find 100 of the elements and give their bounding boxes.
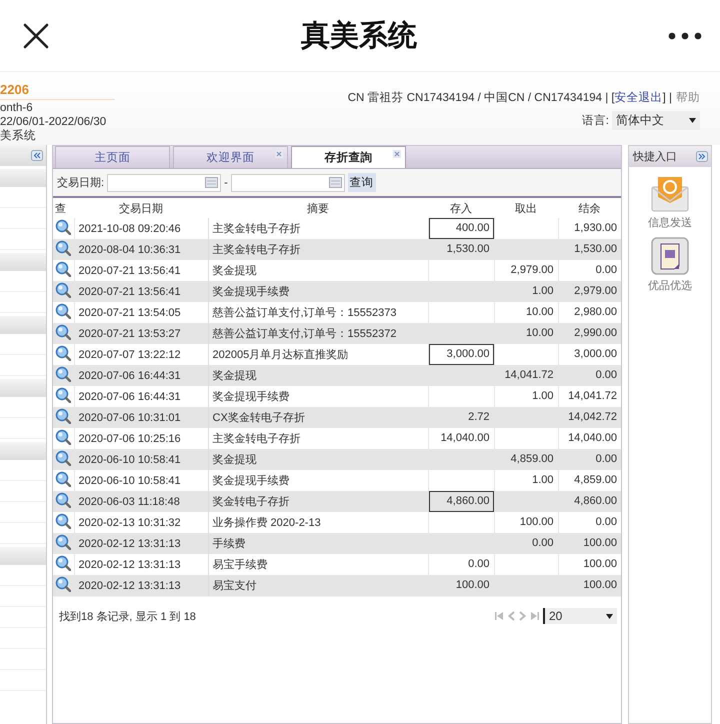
page-size-select[interactable]: 20 [543,608,617,624]
date-cell: 2020-07-21 13:56:41 [78,264,181,276]
withdrawal-cell-text: 10.00 [526,305,554,320]
withdrawal-cell-text: 0.00 [532,536,554,551]
date-cell: 2020-02-13 10:31:32 [78,516,181,528]
summary-cell: 202005月单月达标直推奖励 [212,349,348,361]
quick-access-title: 快捷入口 [633,150,677,164]
withdrawal-cell-text: 2,979.00 [510,263,554,278]
date-cell: 2020-02-12 13:31:13 [78,538,181,550]
balance-cell-text: 14,041.72 [568,389,617,404]
date-cell: 2020-02-12 13:31:13 [78,580,181,592]
summary-cell: 易宝支付 [212,580,256,592]
tab[interactable]: 存折查詢 [291,146,406,168]
withdrawal-cell-text: 100.00 [520,515,554,530]
language-select[interactable]: 简体中文 [612,111,700,130]
balance-cell-text: 1,530.00 [574,242,617,257]
balance-cell-text: 14,042.72 [568,410,617,425]
withdrawal-cell-text: 14,041.72 [504,368,554,383]
column-header: 存入 [450,202,472,214]
search-button[interactable]: 查询 [348,173,376,192]
balance-cell-text: 2,979.00 [574,284,617,299]
quick-link-label[interactable]: 优品优选 [648,278,692,293]
summary-cell: 手续费 [212,538,246,550]
expand-icon[interactable] [696,151,708,162]
view-details-icon[interactable] [55,324,71,340]
period-label: onth-6 [0,101,34,115]
date-cell: 2020-07-06 16:44:31 [78,390,181,402]
quick-link-label[interactable]: 信息发送 [648,215,692,230]
date-cell: 2020-07-06 16:44:31 [78,370,181,382]
column-header: 结余 [578,202,600,214]
view-details-icon[interactable] [55,450,71,466]
view-details-icon[interactable] [55,471,71,487]
language-label: 语言: [582,113,609,128]
tab[interactable]: 欢迎界面 [173,146,288,168]
more-icon[interactable] [668,32,702,40]
date-cell: 2020-06-10 10:58:41 [78,474,181,486]
balance-cell-text: 4,859.00 [574,473,617,488]
record-count: 找到18 条记录, 显示 1 到 18 [59,610,196,624]
document-icon[interactable] [650,236,690,276]
help-link[interactable]: 帮助 [676,90,700,105]
date-cell: 2020-08-04 10:36:31 [78,244,181,256]
view-details-icon[interactable] [55,513,71,529]
view-details-icon[interactable] [55,534,71,550]
collapse-icon[interactable] [31,150,43,161]
view-details-icon[interactable] [55,408,71,424]
app-title: 真美系统 [301,18,417,54]
date-cell: 2020-07-06 10:25:16 [78,432,181,444]
view-details-icon[interactable] [55,555,71,571]
date-cell: 2020-07-21 13:56:41 [78,286,181,298]
summary-cell: 主奖金转电子存折 [212,433,300,445]
date-cell: 2020-07-07 13:22:12 [78,348,181,360]
date-range: 22/06/01-2022/06/30 [0,115,108,129]
date-cell: 2021-10-08 09:20:46 [78,222,181,234]
close-icon[interactable] [22,22,50,50]
deposit-cell-text: 4,860.00 [446,494,490,509]
deposit-cell-text: 3,000.00 [446,347,490,362]
balance-cell-text: 100.00 [583,557,617,572]
column-header: 取出 [515,202,537,214]
date-cell: 2020-07-21 13:54:05 [78,306,181,318]
balance-cell-text: 2,980.00 [574,305,617,320]
deposit-cell-text: 1,530.00 [446,242,490,257]
account-code: 2206 [0,83,115,100]
balance-cell-text: 0.00 [596,452,617,467]
end-date-field[interactable] [230,174,345,192]
balance-cell-text: 0.00 [596,263,617,278]
summary-cell: 奖金提现手续费 [212,391,290,403]
balance-cell-text: 100.00 [583,536,617,551]
summary-cell: 易宝手续费 [212,559,268,571]
summary-cell: 奖金转电子存折 [212,496,290,508]
deposit-cell-text: 400.00 [456,221,490,236]
view-details-icon[interactable] [55,303,71,319]
view-details-icon[interactable] [55,282,71,298]
view-details-icon[interactable] [55,492,71,508]
view-details-icon[interactable] [55,261,71,277]
balance-cell-text: 100.00 [583,578,617,593]
summary-cell: 奖金提现手续费 [212,475,290,487]
balance-cell-text: 14,040.00 [568,431,617,446]
view-details-icon[interactable] [55,240,71,256]
close-tab-icon[interactable] [393,150,401,158]
view-details-icon[interactable] [55,345,71,361]
deposit-cell-text: 0.00 [468,557,490,572]
view-details-icon[interactable] [55,219,71,235]
view-details-icon[interactable] [55,387,71,403]
system-name: 美系统 [0,129,37,143]
column-header: 摘要 [307,202,329,214]
date-cell: 2020-07-06 10:31:01 [78,412,181,424]
summary-cell: 慈善公益订单支付,订单号：15552373 [212,307,396,319]
balance-cell-text: 0.00 [596,368,617,383]
logout-link[interactable]: 安全退出 [614,92,663,104]
summary-cell: 奖金提现 [212,265,256,277]
withdrawal-cell-text: 1.00 [532,284,554,299]
range-separator: - [224,176,228,188]
column-header: 交易日期 [119,202,163,214]
close-tab-icon[interactable] [275,150,283,158]
deposit-cell-text: 100.00 [456,578,490,593]
start-date-field[interactable] [107,174,222,192]
view-details-icon[interactable] [55,366,71,382]
tab[interactable]: 主页面 [55,146,170,168]
view-details-icon[interactable] [55,429,71,445]
view-details-icon[interactable] [55,576,71,592]
